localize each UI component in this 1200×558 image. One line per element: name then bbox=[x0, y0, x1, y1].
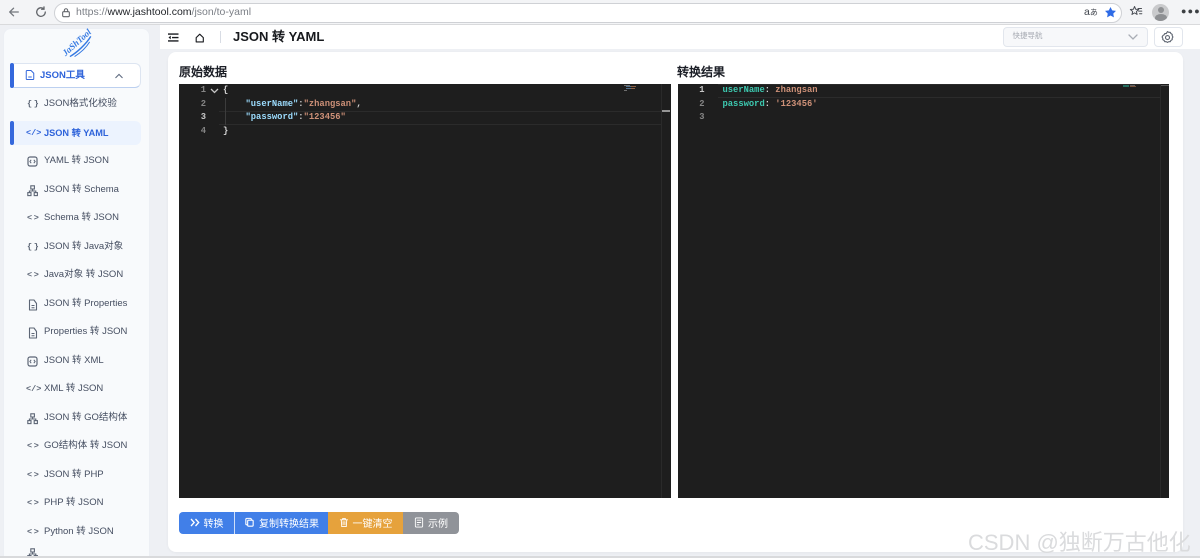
svg-text:JaShTool: JaShTool bbox=[59, 27, 93, 59]
